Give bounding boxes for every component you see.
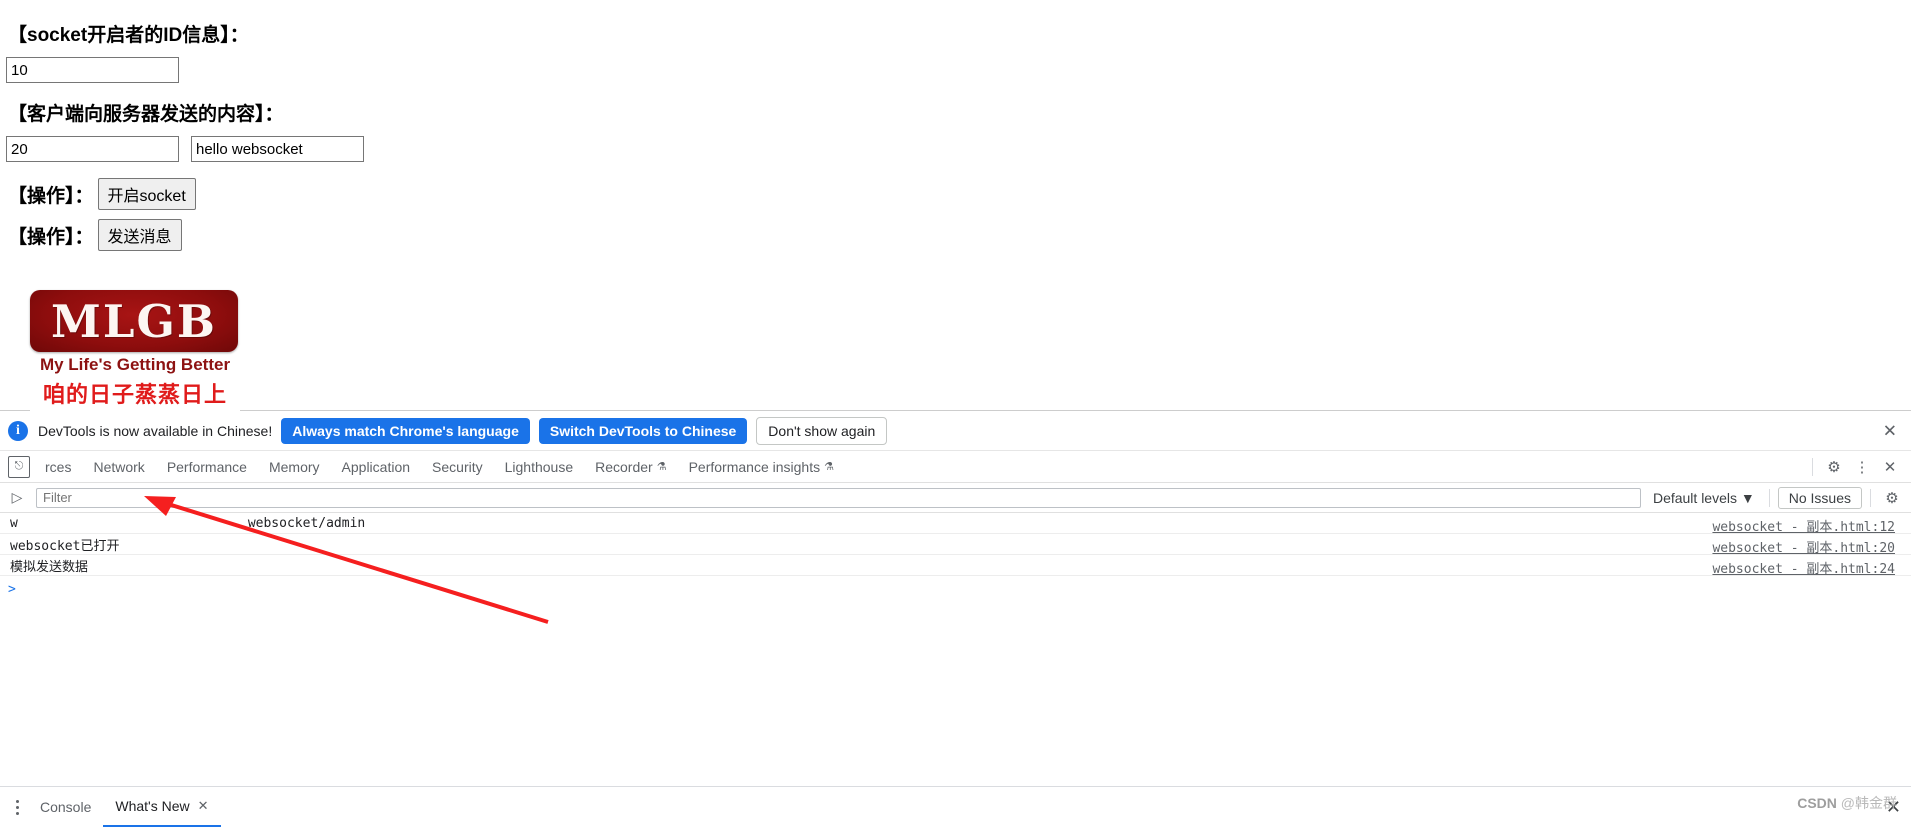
socket-id-input-row: [6, 57, 179, 83]
table-row[interactable]: websocket已打开 websocket - 副本.html:20: [0, 534, 1911, 556]
mlgb-logo-plate: MLGB: [30, 290, 238, 352]
send-message-button[interactable]: 发送消息: [97, 219, 182, 251]
tab-memory-label: Memory: [268, 458, 320, 475]
tab-recorder-label: Recorder: [595, 458, 653, 475]
open-socket-row: 【操作】： 开启socket: [8, 178, 196, 210]
tab-sources-label: rces: [45, 458, 72, 475]
operation-label-open: 【操作】：: [8, 185, 94, 207]
divider: [1870, 488, 1871, 507]
drawer-tab-console-label: Console: [40, 799, 92, 815]
tab-application-label: Application: [341, 458, 411, 475]
device-toolbar-icon[interactable]: ▷: [4, 485, 30, 511]
settings-gear-icon[interactable]: ⚙: [1821, 454, 1847, 480]
csdn-watermark: CSDN @韩金群: [1797, 793, 1897, 813]
tab-sources[interactable]: rces: [34, 451, 82, 483]
send-id-input[interactable]: [6, 136, 179, 162]
log-source-link[interactable]: websocket - 副本.html:12: [1712, 516, 1895, 535]
mlgb-logo-text: MLGB: [51, 294, 217, 348]
log-source-link[interactable]: websocket - 副本.html:24: [1712, 558, 1895, 577]
drawer-tab-whats-new-label: What's New: [115, 798, 190, 814]
socket-id-label: 【socket开启者的ID信息】：: [8, 25, 249, 46]
devtools-language-notification: i DevTools is now available in Chinese! …: [0, 411, 1911, 451]
open-socket-button[interactable]: 开启socket: [97, 178, 196, 210]
prompt-caret-icon: >: [8, 581, 16, 597]
dont-show-again-button[interactable]: Don't show again: [756, 416, 888, 445]
close-icon[interactable]: ✕: [198, 786, 209, 826]
console-filter-bar: ▷ Default levels ▼ No Issues ⚙: [0, 483, 1911, 513]
log-message: 模拟发送数据: [10, 559, 89, 575]
info-icon: i: [8, 420, 28, 441]
send-message-input[interactable]: [191, 136, 364, 162]
log-source-link[interactable]: websocket - 副本.html:20: [1712, 537, 1895, 556]
tab-performance-insights[interactable]: Performance insights ⚗: [678, 451, 845, 483]
table-row[interactable]: 模拟发送数据 websocket - 副本.html:24: [0, 555, 1911, 577]
devtools-tabbar: ⎋ rces Network Performance Memory Applic…: [0, 451, 1911, 483]
table-row[interactable]: w websocket/admin websocket - 副本.html:12: [0, 513, 1911, 535]
drawer-tab-console[interactable]: Console: [28, 787, 103, 827]
tab-lighthouse-label: Lighthouse: [504, 458, 574, 475]
drawer-tab-whats-new[interactable]: What's New ✕: [103, 786, 221, 827]
csdn-author: @韩金群: [1840, 795, 1897, 811]
close-icon[interactable]: ✕: [1883, 422, 1897, 439]
divider: [1768, 488, 1770, 507]
mlgb-chinese-text: 咱的日子蒸蒸日上: [42, 382, 227, 408]
console-settings-icon[interactable]: ⚙: [1879, 485, 1905, 511]
close-devtools-icon[interactable]: ✕: [1877, 454, 1903, 480]
send-inputs-row: [6, 136, 364, 162]
chevron-down-icon: ▼: [1740, 489, 1755, 506]
websocket-demo-page: 【socket开启者的ID信息】： 【客户端向服务器发送的内容】： 【操作】： …: [0, 0, 1911, 410]
log-message: websocket/admin: [247, 515, 366, 531]
tab-performance-label: Performance: [166, 458, 247, 475]
experiment-flask-icon: ⚗: [656, 460, 667, 473]
log-message: websocket已打开: [10, 538, 120, 554]
socket-id-label-row: 【socket开启者的ID信息】：: [8, 20, 249, 47]
tab-security[interactable]: Security: [421, 451, 494, 483]
more-tools-icon[interactable]: [6, 799, 28, 815]
mlgb-tagline: My Life's Getting Better: [39, 355, 231, 374]
tab-security-label: Security: [432, 458, 483, 475]
no-issues-button[interactable]: No Issues: [1777, 486, 1862, 509]
log-prefix: w: [10, 515, 18, 531]
devtools-tabbar-actions: ⚙ ⋮ ✕: [1806, 451, 1903, 483]
tab-lighthouse[interactable]: Lighthouse: [494, 451, 585, 483]
send-message-row: 【操作】： 发送消息: [8, 219, 182, 251]
socket-id-input[interactable]: [6, 57, 179, 83]
console-filter-right: Default levels ▼ No Issues ⚙: [1647, 485, 1911, 511]
tab-recorder[interactable]: Recorder ⚗: [584, 451, 677, 483]
devtools-panel: i DevTools is now available in Chinese! …: [0, 410, 1911, 827]
console-prompt[interactable]: >: [0, 576, 1911, 602]
always-match-language-button[interactable]: Always match Chrome's language: [281, 417, 530, 444]
tab-network[interactable]: Network: [82, 451, 155, 483]
console-levels-dropdown[interactable]: Default levels ▼: [1647, 490, 1761, 506]
more-options-icon[interactable]: ⋮: [1849, 454, 1875, 480]
experiment-flask-icon: ⚗: [824, 460, 834, 473]
console-filter-input[interactable]: [36, 487, 1641, 508]
console-output: w websocket/admin websocket - 副本.html:12…: [0, 513, 1911, 753]
mlgb-watermark: MLGB My Life's Getting Better 咱的日子蒸蒸日上: [30, 290, 240, 426]
screenshot-root: 【socket开启者的ID信息】： 【客户端向服务器发送的内容】： 【操作】： …: [0, 0, 1911, 827]
devtools-drawer: Console What's New ✕ ✕: [0, 786, 1911, 827]
operation-label-send: 【操作】：: [8, 226, 94, 248]
console-levels-label: Default levels: [1652, 489, 1737, 506]
tab-application[interactable]: Application: [331, 451, 422, 483]
inspect-element-icon[interactable]: ⎋: [8, 455, 30, 478]
send-content-label: 【客户端向服务器发送的内容】：: [8, 104, 284, 125]
csdn-brand: CSDN: [1797, 795, 1837, 811]
tab-memory[interactable]: Memory: [258, 451, 331, 483]
tab-performance-insights-label: Performance insights: [688, 458, 821, 475]
send-content-label-row: 【客户端向服务器发送的内容】：: [8, 99, 284, 126]
tab-network-label: Network: [93, 458, 145, 475]
tab-performance[interactable]: Performance: [156, 451, 258, 483]
switch-devtools-chinese-button[interactable]: Switch DevTools to Chinese: [538, 417, 748, 444]
divider: [1812, 458, 1813, 476]
devtools-dock-icons: ⎋: [4, 455, 34, 478]
